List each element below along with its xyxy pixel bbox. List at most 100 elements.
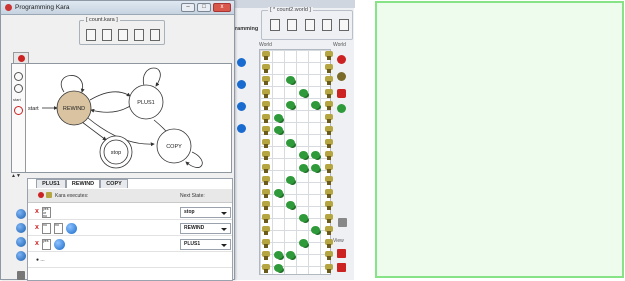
tree-icon[interactable] bbox=[324, 63, 334, 73]
tree-icon[interactable] bbox=[324, 176, 334, 185]
tree-icon[interactable] bbox=[261, 163, 271, 173]
tree-icon[interactable] bbox=[324, 76, 334, 85]
tree-icon[interactable] bbox=[324, 113, 334, 123]
tree-icon[interactable] bbox=[261, 126, 271, 135]
tab-plus1[interactable]: PLUS1 bbox=[36, 179, 66, 188]
state-machine-editor[interactable]: start start REWIND PLUS1 COPY stop bbox=[11, 63, 232, 173]
blue-ball-icon[interactable] bbox=[16, 209, 26, 219]
blue-ball-icon[interactable] bbox=[237, 102, 246, 111]
leaf-icon[interactable] bbox=[273, 126, 283, 134]
tree-icon[interactable] bbox=[261, 51, 271, 60]
leaf-icon[interactable] bbox=[311, 151, 320, 159]
tree-icon[interactable] bbox=[261, 76, 271, 85]
transition-row-empty[interactable]: ● ... bbox=[28, 253, 232, 268]
transition-row[interactable]: x no no REWIND bbox=[28, 221, 232, 236]
tree-icon[interactable] bbox=[261, 201, 271, 210]
maximize-button[interactable]: □ bbox=[197, 3, 211, 12]
next-state-select[interactable]: REWIND bbox=[180, 223, 231, 234]
save-as-icon[interactable] bbox=[339, 19, 349, 31]
tab-rewind[interactable]: REWIND bbox=[66, 179, 100, 188]
tree-icon[interactable] bbox=[261, 151, 271, 160]
tree-icon[interactable] bbox=[324, 88, 334, 98]
state-copy[interactable]: COPY bbox=[156, 128, 192, 164]
leaf-icon[interactable] bbox=[298, 151, 308, 159]
blue-ball-icon[interactable] bbox=[237, 124, 246, 133]
stop-state-icon[interactable] bbox=[14, 106, 23, 115]
leaf-icon[interactable] bbox=[286, 176, 295, 184]
close-button[interactable]: x bbox=[213, 3, 231, 12]
delete-transition-icon[interactable]: x bbox=[35, 224, 39, 231]
open-folder-icon[interactable] bbox=[287, 19, 297, 31]
tab-copy[interactable]: COPY bbox=[100, 179, 128, 188]
tree-icon[interactable] bbox=[324, 188, 334, 198]
tree-icon[interactable] bbox=[324, 201, 334, 210]
leaf-icon[interactable] bbox=[286, 101, 295, 109]
kara-ladybug-icon[interactable] bbox=[337, 55, 346, 64]
leaf-icon[interactable] bbox=[298, 163, 308, 172]
new-file-icon[interactable] bbox=[270, 19, 280, 31]
tree-icon[interactable] bbox=[324, 163, 334, 173]
move-action-icon[interactable] bbox=[54, 239, 65, 250]
view-kara-small-icon[interactable] bbox=[337, 263, 346, 272]
trash-icon[interactable] bbox=[338, 218, 347, 227]
next-state-select[interactable]: PLUS1 bbox=[180, 239, 231, 250]
leaf-icon[interactable] bbox=[286, 76, 295, 84]
document-icon[interactable] bbox=[305, 19, 315, 31]
new-file-icon[interactable] bbox=[86, 29, 96, 41]
tree-icon[interactable] bbox=[324, 226, 334, 235]
programming-tab-label[interactable]: ramming bbox=[235, 26, 258, 32]
leaf-icon[interactable] bbox=[273, 113, 283, 122]
state-stop[interactable]: stop bbox=[99, 135, 133, 169]
blue-ball-icon[interactable] bbox=[237, 58, 246, 67]
leaf-icon[interactable] bbox=[286, 138, 295, 147]
sensor-condition[interactable]: yes bbox=[42, 239, 51, 250]
tree-icon[interactable] bbox=[324, 101, 334, 110]
save-as-icon[interactable] bbox=[150, 29, 160, 41]
sensor-condition[interactable]: no bbox=[54, 223, 63, 234]
open-folder-icon[interactable] bbox=[102, 29, 112, 41]
panel-splitter[interactable]: ▲▼ bbox=[11, 173, 21, 179]
tree-icon[interactable] bbox=[324, 251, 334, 260]
document-icon[interactable] bbox=[118, 29, 128, 41]
tree-icon[interactable] bbox=[261, 238, 271, 248]
blue-ball-icon[interactable] bbox=[16, 223, 26, 233]
tree-icon[interactable] bbox=[324, 126, 334, 135]
trash-icon[interactable] bbox=[17, 271, 25, 280]
tree-icon[interactable] bbox=[261, 113, 271, 123]
tree-icon[interactable] bbox=[324, 138, 334, 148]
leaf-icon[interactable] bbox=[298, 238, 308, 247]
tree-icon[interactable] bbox=[261, 263, 271, 273]
tree-icon[interactable] bbox=[261, 176, 271, 185]
tree-icon[interactable] bbox=[261, 63, 271, 73]
tree-icon[interactable] bbox=[324, 238, 334, 248]
save-icon[interactable] bbox=[134, 29, 144, 41]
leaf-icon[interactable] bbox=[273, 251, 283, 259]
kara-bug-tab[interactable] bbox=[13, 52, 29, 63]
leaf-icon[interactable] bbox=[286, 201, 295, 209]
state-rewind[interactable]: REWIND bbox=[56, 90, 92, 126]
blue-ball-icon[interactable] bbox=[16, 251, 26, 261]
leaf-icon[interactable] bbox=[286, 251, 295, 259]
minimize-button[interactable]: – bbox=[181, 3, 195, 12]
tree-icon[interactable] bbox=[261, 226, 271, 235]
next-state-select[interactable]: stop bbox=[180, 207, 231, 218]
leaf-icon[interactable] bbox=[311, 226, 320, 234]
move-action-icon[interactable] bbox=[66, 223, 77, 234]
tree-icon[interactable] bbox=[261, 213, 271, 223]
select-state-icon[interactable] bbox=[14, 84, 23, 93]
tree-icon[interactable] bbox=[261, 188, 271, 198]
tree-icon[interactable] bbox=[324, 213, 334, 223]
tree-icon[interactable] bbox=[261, 88, 271, 98]
blue-ball-icon[interactable] bbox=[16, 237, 26, 247]
tree-icon[interactable] bbox=[324, 263, 334, 273]
save-icon[interactable] bbox=[322, 19, 332, 31]
tree-icon[interactable] bbox=[261, 138, 271, 148]
mushroom-icon[interactable] bbox=[337, 89, 346, 98]
transition-row[interactable]: x yes PLUS1 bbox=[28, 237, 232, 252]
state-diagram[interactable]: start REWIND PLUS1 COPY stop bbox=[26, 64, 231, 172]
tree-icon[interactable] bbox=[261, 101, 271, 110]
add-state-icon[interactable] bbox=[14, 72, 23, 81]
tree-icon[interactable] bbox=[261, 251, 271, 260]
leaf-icon[interactable] bbox=[337, 104, 346, 113]
leaf-icon[interactable] bbox=[311, 163, 320, 172]
